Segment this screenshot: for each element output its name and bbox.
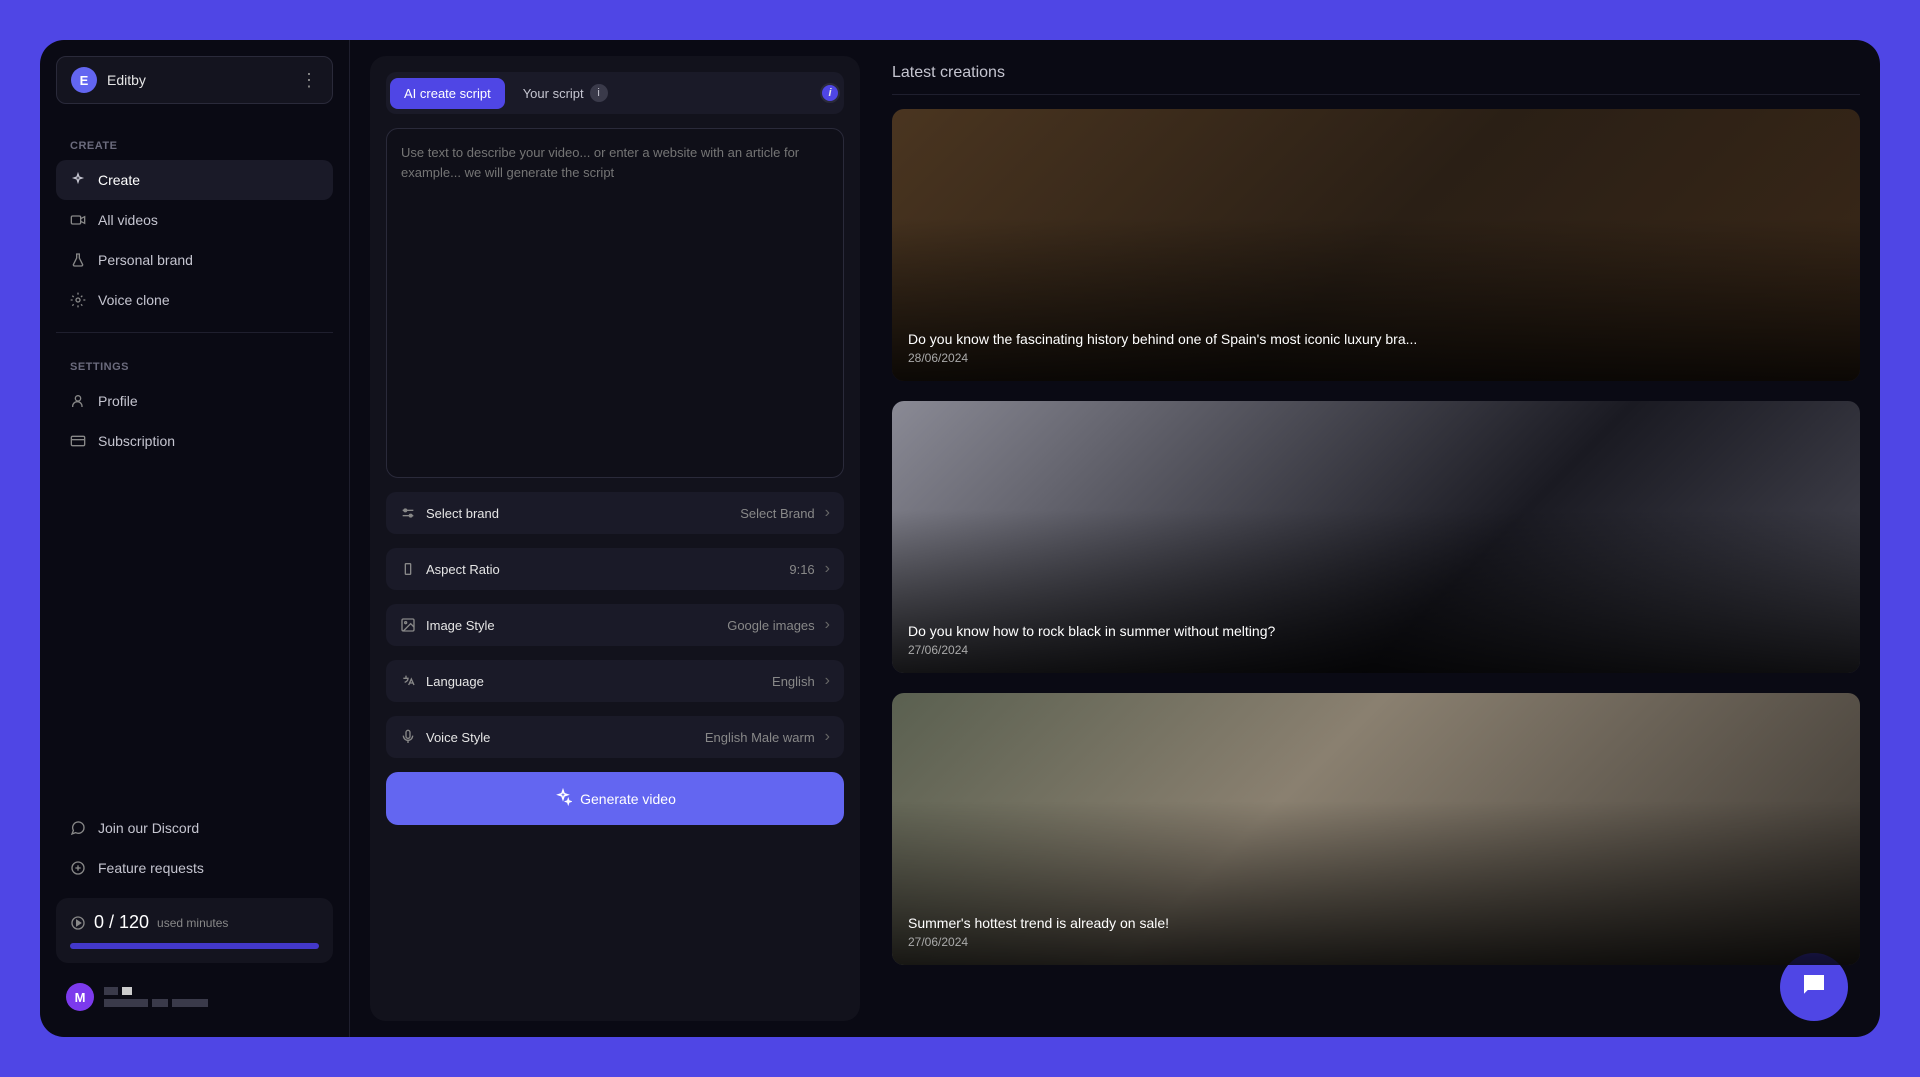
nav-feature-requests[interactable]: Feature requests [56,848,333,888]
option-value: English [772,674,815,689]
prompt-input[interactable] [386,128,844,478]
sliders-icon [400,505,416,521]
workspace-switcher[interactable]: E Editby ⋮ [56,56,333,104]
option-value: Google images [727,618,814,633]
user-icon [70,393,86,409]
sidebar: E Editby ⋮ CREATE Create All videos Pers… [40,40,350,1037]
nav-label: Feature requests [98,860,204,876]
usage-card: 0 / 120 used minutes [56,898,333,963]
nav-label: Subscription [98,433,175,449]
create-panel: AI create script Your script i i Select … [370,56,860,1021]
nav-label: Create [98,172,140,188]
creation-date: 28/06/2024 [908,351,1844,365]
play-circle-icon [70,915,86,931]
option-language[interactable]: Language English › [386,660,844,702]
creation-card[interactable]: Do you know how to rock black in summer … [892,401,1860,673]
button-label: Generate video [580,791,676,807]
chat-icon [70,820,86,836]
option-image-style[interactable]: Image Style Google images › [386,604,844,646]
option-value: English Male warm [705,730,815,745]
creation-date: 27/06/2024 [908,643,1844,657]
tab-ai-script[interactable]: AI create script [390,78,505,109]
info-badge-icon: i [590,84,608,102]
usage-count: 0 / 120 [94,912,149,933]
creation-title: Do you know how to rock black in summer … [908,623,1844,639]
info-icon[interactable]: i [820,83,840,103]
chevron-right-icon: › [825,504,830,522]
plus-circle-icon [70,860,86,876]
nav-label: Join our Discord [98,820,199,836]
nav-all-videos[interactable]: All videos [56,200,333,240]
nav-label: Profile [98,393,138,409]
card-icon [70,433,86,449]
mic-icon [400,729,416,745]
section-create-label: CREATE [56,132,333,160]
main: AI create script Your script i i Select … [350,40,1880,1037]
chevron-right-icon: › [825,672,830,690]
option-voice-style[interactable]: Voice Style English Male warm › [386,716,844,758]
creations-section: Latest creations Do you know the fascina… [892,56,1860,1021]
tab-your-script[interactable]: Your script i [509,76,622,110]
divider [56,332,333,333]
user-menu[interactable]: M [56,973,333,1021]
flask-icon [70,252,86,268]
nav-label: All videos [98,212,158,228]
chevron-right-icon: › [825,728,830,746]
option-value: Select Brand [740,506,814,521]
option-value: 9:16 [789,562,814,577]
option-brand[interactable]: Select brand Select Brand › [386,492,844,534]
option-label: Voice Style [426,730,695,745]
chevron-right-icon: › [825,560,830,578]
option-label: Select brand [426,506,730,521]
sidebar-footer: Join our Discord Feature requests 0 / 12… [56,808,333,1021]
creation-date: 27/06/2024 [908,935,1844,949]
option-label: Aspect Ratio [426,562,779,577]
nav-voice-clone[interactable]: Voice clone [56,280,333,320]
chat-bubble-icon [1799,970,1829,1005]
creation-card[interactable]: Summer's hottest trend is already on sal… [892,693,1860,965]
tab-label: Your script [523,86,584,101]
chevron-right-icon: › [825,616,830,634]
creation-title: Summer's hottest trend is already on sal… [908,915,1844,931]
creations-title: Latest creations [892,56,1860,95]
rectangle-icon [400,561,416,577]
nav-personal-brand[interactable]: Personal brand [56,240,333,280]
nav-label: Voice clone [98,292,170,308]
user-avatar: M [66,983,94,1011]
creations-list: Do you know the fascinating history behi… [892,109,1860,965]
option-label: Image Style [426,618,717,633]
user-info-redacted [104,987,208,1007]
usage-progress [70,943,319,949]
generate-video-button[interactable]: Generate video [386,772,844,825]
video-icon [70,212,86,228]
script-tabs: AI create script Your script i i [386,72,844,114]
gear-icon [70,292,86,308]
workspace-name: Editby [107,72,290,88]
creation-title: Do you know the fascinating history behi… [908,331,1844,347]
usage-label: used minutes [157,916,228,930]
creation-card[interactable]: Do you know the fascinating history behi… [892,109,1860,381]
option-aspect-ratio[interactable]: Aspect Ratio 9:16 › [386,548,844,590]
translate-icon [400,673,416,689]
nav-profile[interactable]: Profile [56,381,333,421]
image-icon [400,617,416,633]
more-vertical-icon[interactable]: ⋮ [300,71,318,89]
section-settings-label: SETTINGS [56,353,333,381]
sparkle-icon [554,788,572,809]
nav-subscription[interactable]: Subscription [56,421,333,461]
option-label: Language [426,674,762,689]
sparkle-icon [70,172,86,188]
nav-create[interactable]: Create [56,160,333,200]
workspace-avatar: E [71,67,97,93]
nav-discord[interactable]: Join our Discord [56,808,333,848]
nav-label: Personal brand [98,252,193,268]
app-window: E Editby ⋮ CREATE Create All videos Pers… [40,40,1880,1037]
